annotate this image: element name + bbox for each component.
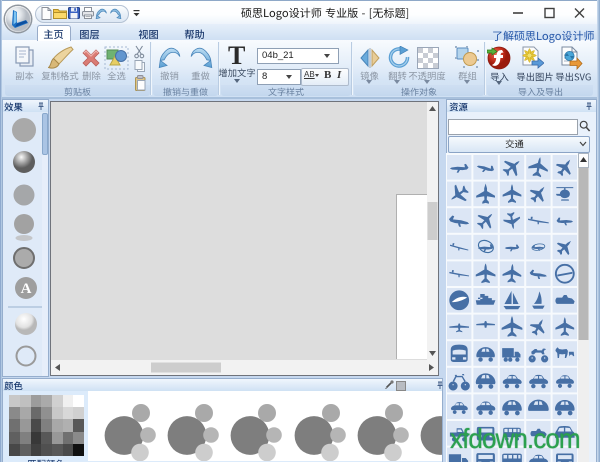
svg-text:A: A [21,281,32,297]
